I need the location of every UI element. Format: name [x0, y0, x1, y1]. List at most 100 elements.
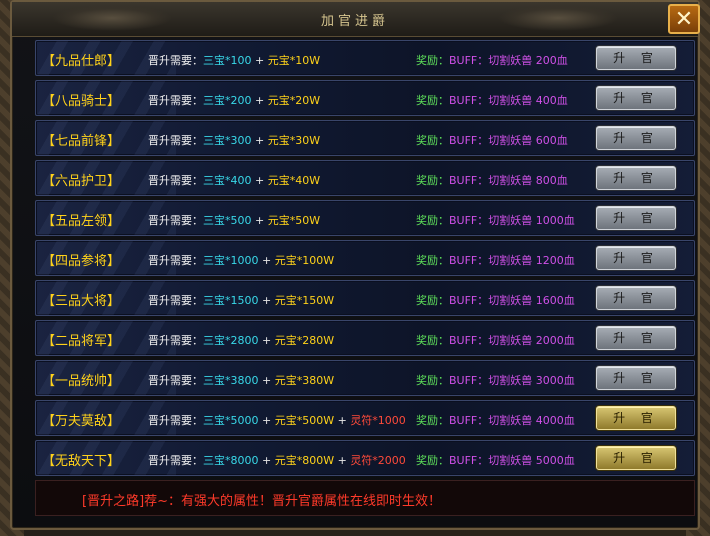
requirement-label: 晋升需要：: [148, 254, 203, 267]
promote-button[interactable]: 升 官: [596, 246, 676, 270]
requirement: 晋升需要：三宝*100 + 元宝*10W: [148, 52, 320, 68]
yuanbao-cost: 元宝*50W: [267, 214, 321, 227]
reward-buff: BUFF：切割妖兽 1600血: [449, 294, 575, 307]
reward: 奖励：BUFF：切割妖兽 1000血: [416, 212, 575, 228]
requirement: 晋升需要：三宝*2800 + 元宝*280W: [148, 332, 334, 348]
rank-row: 【五品左领】 晋升需要：三宝*500 + 元宝*50W 奖励：BUFF：切割妖兽 1…: [35, 200, 695, 236]
requirement-label: 晋升需要：: [148, 94, 203, 107]
rank-row: 【二品将军】 晋升需要：三宝*2800 + 元宝*280W 奖励：BUFF：切割妖兽…: [35, 320, 695, 356]
rank-row: 【八品骑士】 晋升需要：三宝*200 + 元宝*20W 奖励：BUFF：切割妖兽 4…: [35, 80, 695, 116]
promote-button[interactable]: 升 官: [596, 366, 676, 390]
title-bar[interactable]: 加官进爵 ✕: [12, 2, 700, 37]
reward-label: 奖励：: [416, 414, 449, 427]
footer-notice: [晋升之路]荐~：有强大的属性！晋升官爵属性在线即时生效！: [35, 480, 695, 516]
requirement-label: 晋升需要：: [148, 214, 203, 227]
requirement-label: 晋升需要：: [148, 174, 203, 187]
plus-sign: +: [258, 454, 275, 467]
yuanbao-cost: 元宝*30W: [267, 134, 321, 147]
sanbao-cost: 三宝*500: [203, 214, 252, 227]
reward-buff: BUFF：切割妖兽 800血: [449, 174, 568, 187]
reward: 奖励：BUFF：切割妖兽 5000血: [416, 452, 575, 468]
requirement: 晋升需要：三宝*300 + 元宝*30W: [148, 132, 320, 148]
reward: 奖励：BUFF：切割妖兽 800血: [416, 172, 568, 188]
rank-name: 【八品骑士】: [42, 94, 121, 109]
reward: 奖励：BUFF：切割妖兽 1600血: [416, 292, 575, 308]
rank-row: 【万夫莫敌】 晋升需要：三宝*5000 + 元宝*500W + 灵符*1000 奖励…: [35, 400, 695, 436]
promote-button[interactable]: 升 官: [596, 326, 676, 350]
rank-row: 【一品统帅】 晋升需要：三宝*3800 + 元宝*380W 奖励：BUFF：切割妖兽…: [35, 360, 695, 396]
reward-label: 奖励：: [416, 174, 449, 187]
reward-label: 奖励：: [416, 94, 449, 107]
plus-sign: +: [251, 94, 268, 107]
reward-buff: BUFF：切割妖兽 1000血: [449, 214, 575, 227]
promote-button[interactable]: 升 官: [596, 286, 676, 310]
sanbao-cost: 三宝*200: [203, 94, 252, 107]
reward-buff: BUFF：切割妖兽 2000血: [449, 334, 575, 347]
yuanbao-cost: 元宝*800W: [274, 454, 335, 467]
rank-name: 【九品仕郎】: [42, 54, 121, 69]
yuanbao-cost: 元宝*20W: [267, 94, 321, 107]
yuanbao-cost: 元宝*40W: [267, 174, 321, 187]
rank-row: 【无敌天下】 晋升需要：三宝*8000 + 元宝*800W + 灵符*2000 奖励…: [35, 440, 695, 476]
promote-button[interactable]: 升 官: [596, 446, 676, 470]
rank-name: 【四品参将】: [42, 254, 121, 269]
reward-label: 奖励：: [416, 254, 449, 267]
dialog-title: 加官进爵: [320, 14, 389, 29]
yuanbao-cost: 元宝*100W: [274, 254, 335, 267]
sanbao-cost: 三宝*5000: [203, 414, 259, 427]
sanbao-cost: 三宝*1500: [203, 294, 259, 307]
promote-button[interactable]: 升 官: [596, 206, 676, 230]
sanbao-cost: 三宝*1000: [203, 254, 259, 267]
plus-sign: +: [258, 414, 275, 427]
requirement-label: 晋升需要：: [148, 414, 203, 427]
close-button[interactable]: ✕: [668, 4, 700, 34]
reward: 奖励：BUFF：切割妖兽 4000血: [416, 412, 575, 428]
plus-sign: +: [258, 374, 275, 387]
promote-button[interactable]: 升 官: [596, 46, 676, 70]
reward-buff: BUFF：切割妖兽 1200血: [449, 254, 575, 267]
rank-row: 【七品前锋】 晋升需要：三宝*300 + 元宝*30W 奖励：BUFF：切割妖兽 6…: [35, 120, 695, 156]
promote-button[interactable]: 升 官: [596, 166, 676, 190]
yuanbao-cost: 元宝*380W: [274, 374, 335, 387]
requirement-label: 晋升需要：: [148, 454, 203, 467]
requirement-label: 晋升需要：: [148, 54, 203, 67]
plus-sign: +: [258, 334, 275, 347]
rank-name: 【一品统帅】: [42, 374, 121, 389]
sanbao-cost: 三宝*400: [203, 174, 252, 187]
sanbao-cost: 三宝*8000: [203, 454, 259, 467]
promote-button[interactable]: 升 官: [596, 126, 676, 150]
sanbao-cost: 三宝*3800: [203, 374, 259, 387]
plus-sign: +: [258, 254, 275, 267]
plus-sign: +: [251, 214, 268, 227]
rank-name: 【五品左领】: [42, 214, 121, 229]
rank-row: 【三品大将】 晋升需要：三宝*1500 + 元宝*150W 奖励：BUFF：切割妖兽…: [35, 280, 695, 316]
lingfu-cost: 灵符*2000: [350, 454, 406, 467]
requirement-label: 晋升需要：: [148, 134, 203, 147]
lingfu-cost: 灵符*1000: [350, 414, 406, 427]
reward: 奖励：BUFF：切割妖兽 2000血: [416, 332, 575, 348]
yuanbao-cost: 元宝*10W: [267, 54, 321, 67]
rank-name: 【三品大将】: [42, 294, 121, 309]
rank-name: 【无敌天下】: [42, 454, 121, 469]
promote-button[interactable]: 升 官: [596, 86, 676, 110]
reward-buff: BUFF：切割妖兽 600血: [449, 134, 568, 147]
plus-sign: +: [251, 174, 268, 187]
reward-buff: BUFF：切割妖兽 3000血: [449, 374, 575, 387]
reward-buff: BUFF：切割妖兽 4000血: [449, 414, 575, 427]
sanbao-cost: 三宝*100: [203, 54, 252, 67]
requirement: 晋升需要：三宝*1000 + 元宝*100W: [148, 252, 334, 268]
requirement: 晋升需要：三宝*1500 + 元宝*150W: [148, 292, 334, 308]
requirement: 晋升需要：三宝*5000 + 元宝*500W + 灵符*1000: [148, 412, 406, 428]
reward: 奖励：BUFF：切割妖兽 400血: [416, 92, 568, 108]
reward-label: 奖励：: [416, 454, 449, 467]
footer-text: [晋升之路]荐~：有强大的属性！晋升官爵属性在线即时生效！: [82, 494, 442, 509]
promote-button[interactable]: 升 官: [596, 406, 676, 430]
reward-buff: BUFF：切割妖兽 400血: [449, 94, 568, 107]
reward: 奖励：BUFF：切割妖兽 200血: [416, 52, 568, 68]
reward-buff: BUFF：切割妖兽 5000血: [449, 454, 575, 467]
rank-name: 【七品前锋】: [42, 134, 121, 149]
rank-row: 【四品参将】 晋升需要：三宝*1000 + 元宝*100W 奖励：BUFF：切割妖兽…: [35, 240, 695, 276]
requirement: 晋升需要：三宝*400 + 元宝*40W: [148, 172, 320, 188]
requirement-label: 晋升需要：: [148, 294, 203, 307]
reward: 奖励：BUFF：切割妖兽 3000血: [416, 372, 575, 388]
